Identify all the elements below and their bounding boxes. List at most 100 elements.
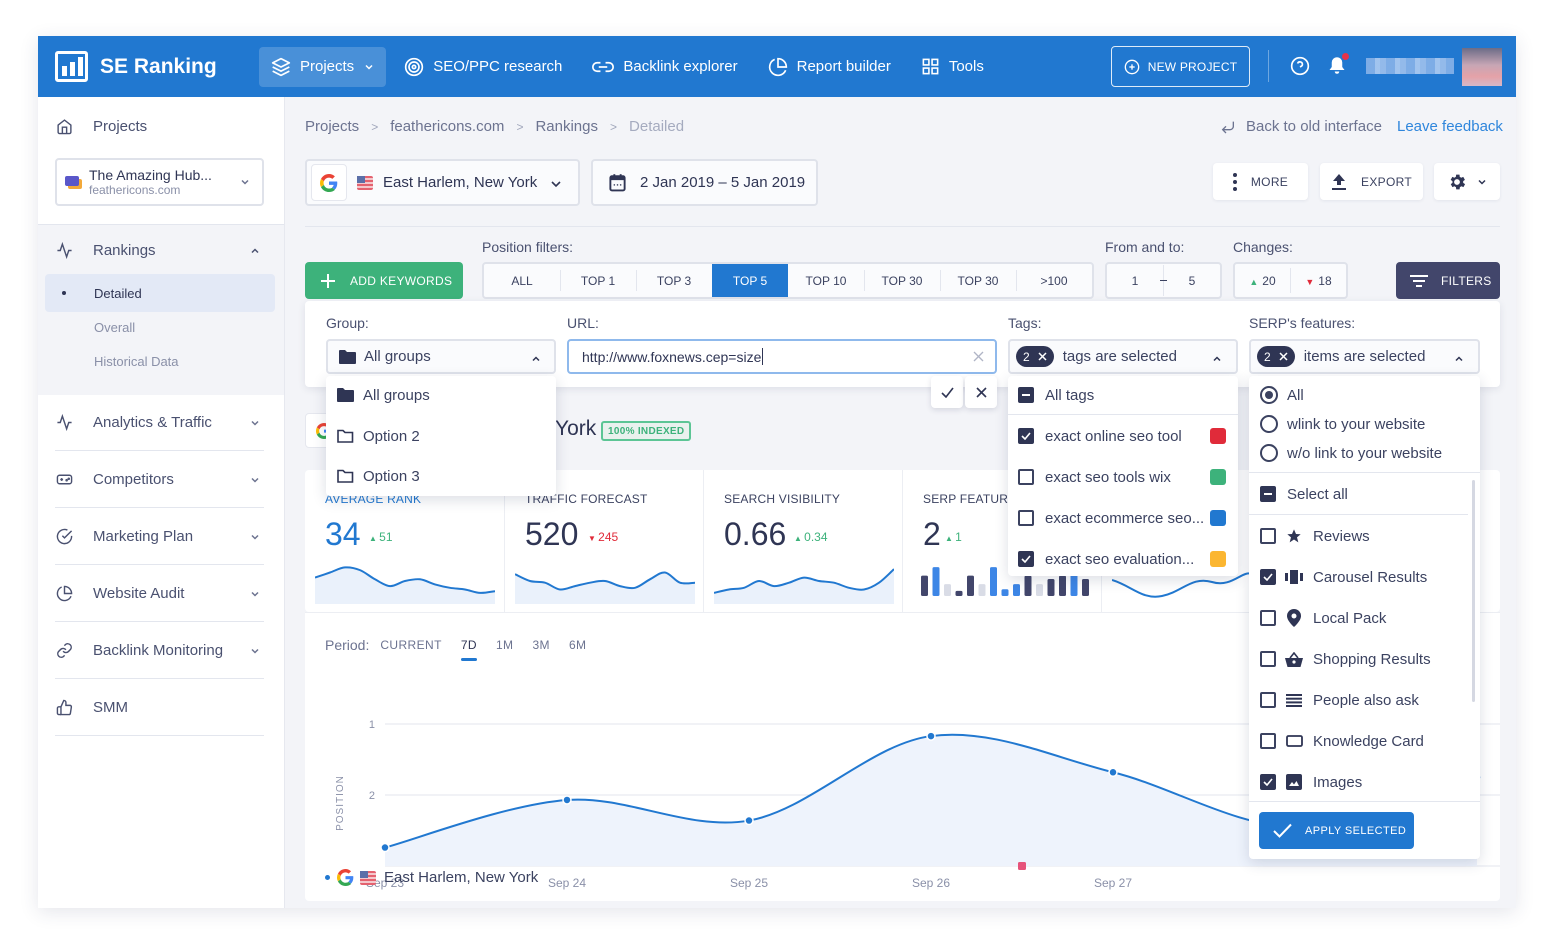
group-option-all-groups[interactable]: All groups [326,384,556,406]
notifications-button[interactable] [1328,53,1349,81]
serp-feature-option[interactable]: Images [1249,771,1480,793]
tag-checkbox[interactable] [1018,469,1034,485]
checkbox[interactable] [1260,651,1276,667]
serp-feature-option[interactable]: Reviews [1249,525,1480,547]
serp-feature-option[interactable]: People also ask [1249,689,1480,711]
back-to-old-interface-link[interactable]: Back to old interface [1220,118,1382,135]
nav-tools[interactable]: Tools [909,47,996,87]
serp-feature-option[interactable]: Shopping Results [1249,648,1480,670]
changes-up-button[interactable]: ▲ 20 [1235,274,1290,288]
sidebar-item-website-audit[interactable]: Website Audit [55,565,264,622]
serp-feature-option[interactable]: Local Pack [1249,607,1480,629]
checkbox[interactable] [1260,528,1276,544]
position-filter-top1[interactable]: TOP 1 [560,264,636,297]
position-filter-top30[interactable]: TOP 30 [864,264,940,297]
checkbox-checked[interactable] [1260,774,1276,790]
nav-seo-ppc-research[interactable]: SEO/PPC research [392,47,574,87]
date-range-picker[interactable]: 2 Jan 2019 – 5 Jan 2019 [591,159,818,206]
clear-icon[interactable] [973,351,984,362]
apply-selected-button[interactable]: APPLY SELECTED [1259,812,1414,849]
project-selector[interactable]: The Amazing Hub... feathericons.com [55,158,264,206]
tag-option[interactable]: exact online seo tool [1008,425,1238,447]
event-marker[interactable] [1018,862,1026,870]
tag-checkbox-checked[interactable] [1018,428,1034,444]
range-from-input[interactable]: 1 [1107,274,1163,288]
data-point[interactable] [744,815,754,826]
user-avatar[interactable] [1462,48,1502,86]
tag-checkbox-checked[interactable] [1018,551,1034,567]
sidebar-item-backlink-monitoring[interactable]: Backlink Monitoring [55,622,264,679]
sidebar-item-competitors[interactable]: Competitors [55,451,264,508]
stat-search-visibility[interactable]: SEARCH VISIBILITY 0.66 ▲ 0.34 [703,470,902,612]
serp-count-chip[interactable]: 2 [1257,346,1295,367]
url-cancel-button[interactable] [965,376,997,408]
position-filter-top5[interactable]: TOP 5 [712,264,788,297]
tags-select[interactable]: 2 tags are selected [1008,339,1238,374]
tag-option[interactable]: exact ecommerce seo... [1008,507,1238,529]
checkbox[interactable] [1260,692,1276,708]
checkbox-checked[interactable] [1260,569,1276,585]
tag-option[interactable]: exact seo tools wix [1008,466,1238,488]
settings-dropdown-button[interactable] [1434,163,1500,200]
more-button[interactable]: MORE [1213,163,1308,200]
sidebar-item-analytics-traffic[interactable]: Analytics & Traffic [55,394,264,451]
serp-link-option-all[interactable]: All [1249,384,1480,406]
position-filter-all[interactable]: ALL [484,264,560,297]
serp-link-option-without-link[interactable]: w/o link to your website [1249,442,1480,464]
changes-down-button[interactable]: ▼ 18 [1291,274,1346,288]
range-to-input[interactable]: 5 [1164,274,1220,288]
sidebar-item-rankings[interactable]: Rankings [56,242,264,259]
tag-option[interactable]: exact seo evaluation... [1008,548,1238,570]
checkbox[interactable] [1260,610,1276,626]
url-confirm-button[interactable] [931,376,963,408]
data-point[interactable] [562,795,572,805]
position-filter-top30-2[interactable]: TOP 30 [940,264,1016,297]
radio[interactable] [1260,444,1278,462]
sidebar-item-marketing-plan[interactable]: Marketing Plan [55,508,264,565]
tag-option-all-tags[interactable]: All tags [1008,384,1238,406]
serp-link-option-with-link[interactable]: wlink to your website [1249,413,1480,435]
data-point[interactable] [380,842,390,853]
serp-features-select[interactable]: 2 items are selected [1249,339,1480,374]
location-selector[interactable]: East Harlem, New York [305,159,580,206]
serp-feature-option[interactable]: Knowledge Card [1249,730,1480,752]
serp-select-all[interactable]: Select all [1249,483,1480,505]
serp-feature-option[interactable]: Carousel Results [1249,566,1480,588]
radio-selected[interactable] [1260,386,1278,404]
leave-feedback-link[interactable]: Leave feedback [1397,118,1503,135]
data-point[interactable] [1108,767,1118,778]
brand-logo[interactable]: SE Ranking [55,51,255,82]
breadcrumb-projects[interactable]: Projects [305,118,359,135]
nav-report-builder[interactable]: Report builder [756,47,903,87]
position-filter-top3[interactable]: TOP 3 [636,264,712,297]
breadcrumb-rankings[interactable]: Rankings [535,118,598,135]
tags-count-chip[interactable]: 2 [1016,346,1054,367]
radio[interactable] [1260,415,1278,433]
filters-button[interactable]: FILTERS [1396,262,1500,299]
tag-checkbox[interactable] [1018,510,1034,526]
chart-legend[interactable]: East Harlem, New York [325,869,538,886]
url-input[interactable]: http://www.foxnews.cep=size [567,339,997,374]
serp-list-scrollbar[interactable] [1472,480,1475,702]
nav-backlink-explorer[interactable]: Backlink explorer [580,47,749,87]
position-filter-over100[interactable]: >100 [1016,264,1092,297]
sidebar-subitem-detailed[interactable]: Detailed [45,274,275,312]
group-option-2[interactable]: Option 2 [326,425,556,447]
group-option-3[interactable]: Option 3 [326,465,556,487]
checkbox-indeterminate[interactable] [1260,486,1276,502]
checkbox-indeterminate[interactable] [1018,387,1034,403]
position-filter-top10[interactable]: TOP 10 [788,264,864,297]
sidebar-projects-link[interactable]: Projects [56,118,147,135]
sidebar-item-smm[interactable]: SMM [55,679,264,736]
add-keywords-button[interactable]: ADD KEYWORDS [305,262,463,299]
export-button[interactable]: EXPORT [1320,163,1423,200]
nav-projects[interactable]: Projects [259,46,387,87]
group-select[interactable]: All groups [326,339,556,374]
data-point[interactable] [926,731,936,741]
user-name-blurred[interactable] [1366,58,1454,74]
sidebar-subitem-overall[interactable]: Overall [45,308,275,346]
checkbox[interactable] [1260,733,1276,749]
breadcrumb-project[interactable]: feathericons.com [390,118,504,135]
help-button[interactable] [1290,56,1310,81]
sidebar-subitem-historical-data[interactable]: Historical Data [45,342,275,380]
